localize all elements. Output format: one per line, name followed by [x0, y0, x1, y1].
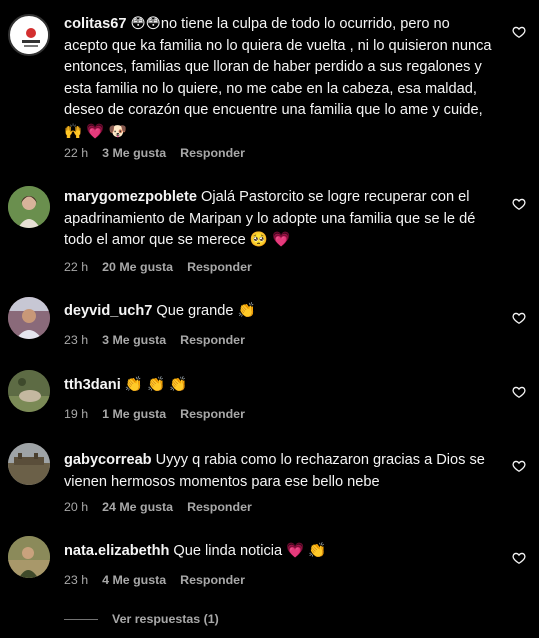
replies-divider-line: [64, 618, 98, 620]
comment-likes[interactable]: 3 Me gusta: [102, 146, 166, 160]
comment-likes[interactable]: 1 Me gusta: [102, 407, 166, 421]
avatar[interactable]: [8, 297, 50, 339]
reply-button[interactable]: Responder: [180, 333, 245, 347]
comment-body: 👏 👏 👏: [124, 377, 188, 393]
comment-body: Que grande 👏: [156, 303, 256, 319]
heart-outline-icon[interactable]: [512, 459, 526, 473]
reply-button[interactable]: Responder: [180, 407, 245, 421]
comment-time[interactable]: 22 h: [64, 146, 88, 160]
comment-username[interactable]: colitas67: [64, 16, 126, 32]
comment-username[interactable]: marygomezpoblete: [64, 189, 197, 205]
avatar[interactable]: [8, 443, 50, 485]
heart-outline-icon[interactable]: [512, 551, 526, 565]
comment-username[interactable]: tth3dani: [64, 377, 121, 393]
avatar[interactable]: [8, 536, 50, 578]
comment-meta: 20 h 24 Me gusta Responder: [64, 500, 252, 514]
comment-meta: 23 h 4 Me gusta Responder: [64, 573, 245, 587]
comment-likes[interactable]: 4 Me gusta: [102, 573, 166, 587]
comment-text: nata.elizabethh Que linda noticia 💗 👏: [64, 541, 494, 563]
reply-button[interactable]: Responder: [187, 500, 252, 514]
comment-username[interactable]: deyvid_uch7: [64, 303, 152, 319]
avatar[interactable]: [8, 370, 50, 412]
comment-meta: 22 h 20 Me gusta Responder: [64, 260, 252, 274]
comment-text: deyvid_uch7 Que grande 👏: [64, 301, 494, 323]
comment-time[interactable]: 23 h: [64, 573, 88, 587]
avatar[interactable]: [8, 14, 50, 56]
comment-text: marygomezpoblete Ojalá Pastorcito se logr…: [64, 187, 494, 252]
heart-outline-icon[interactable]: [512, 25, 526, 39]
comment-text: gabycorreab Uyyy q rabia como lo rechazar…: [64, 450, 494, 493]
reply-button[interactable]: Responder: [180, 146, 245, 160]
comment-time[interactable]: 22 h: [64, 260, 88, 274]
comment-meta: 19 h 1 Me gusta Responder: [64, 407, 245, 421]
heart-outline-icon[interactable]: [512, 311, 526, 325]
comment-time[interactable]: 20 h: [64, 500, 88, 514]
comment-text: colitas67 😳😳no tiene la culpa de todo lo …: [64, 14, 494, 144]
comment-time[interactable]: 19 h: [64, 407, 88, 421]
reply-button[interactable]: Responder: [180, 573, 245, 587]
view-replies-button[interactable]: Ver respuestas (1): [64, 612, 219, 626]
comment-likes[interactable]: 24 Me gusta: [102, 500, 173, 514]
comment-body: Que linda noticia 💗 👏: [173, 543, 327, 559]
avatar[interactable]: [8, 186, 50, 228]
reply-button[interactable]: Responder: [187, 260, 252, 274]
comment-time[interactable]: 23 h: [64, 333, 88, 347]
comment-meta: 22 h 3 Me gusta Responder: [64, 146, 245, 160]
comment-likes[interactable]: 20 Me gusta: [102, 260, 173, 274]
comment-text: tth3dani 👏 👏 👏: [64, 375, 494, 397]
comment-likes[interactable]: 3 Me gusta: [102, 333, 166, 347]
comment-username[interactable]: nata.elizabethh: [64, 543, 169, 559]
view-replies-label[interactable]: Ver respuestas (1): [112, 612, 219, 626]
heart-outline-icon[interactable]: [512, 385, 526, 399]
comment-username[interactable]: gabycorreab: [64, 452, 152, 468]
heart-outline-icon[interactable]: [512, 197, 526, 211]
comment-body: 😳😳no tiene la culpa de todo lo ocurrido,…: [64, 16, 492, 140]
comment-meta: 23 h 3 Me gusta Responder: [64, 333, 245, 347]
